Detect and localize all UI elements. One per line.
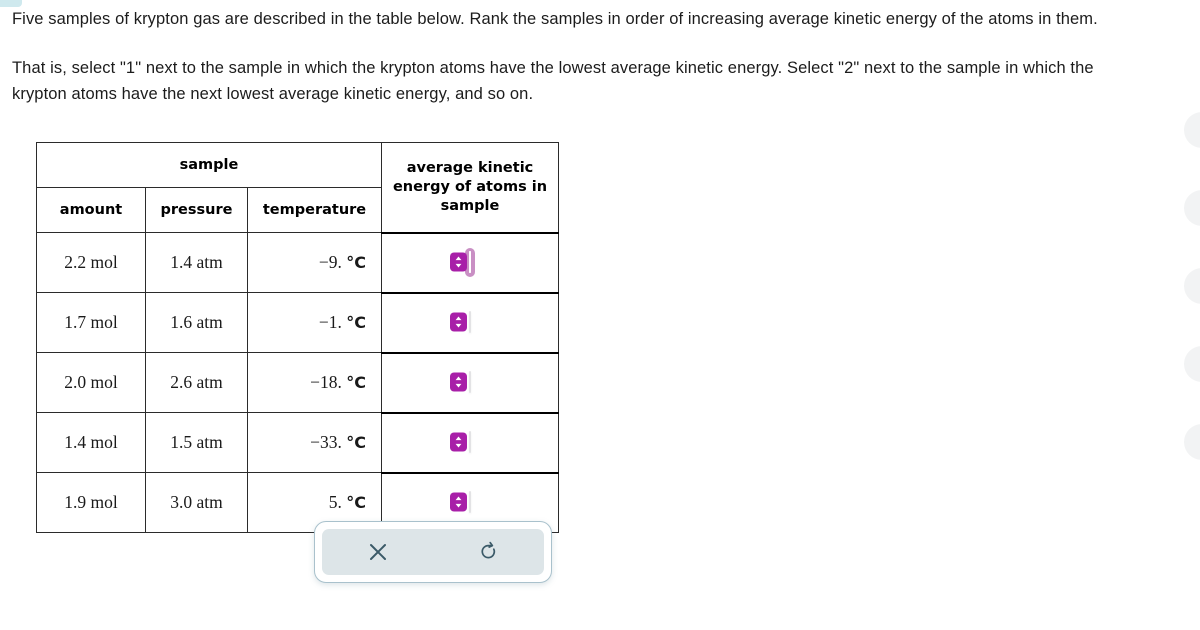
cell-amount: 1.7 mol	[36, 292, 146, 353]
table-row: 2.2 mol 1.4 atm −9. °C	[36, 231, 559, 294]
cell-pressure: 1.6 atm	[145, 292, 248, 353]
edge-dot	[1184, 268, 1200, 304]
cell-temperature: −18. °C	[247, 352, 382, 413]
rank-select-wrapper	[450, 488, 475, 517]
temperature-value: −33.	[310, 432, 342, 452]
edge-dot	[1184, 346, 1200, 382]
cell-temperature: −1. °C	[247, 292, 382, 353]
edge-dot	[1184, 112, 1200, 148]
edge-decoration-dots	[1182, 112, 1200, 512]
header-pressure: pressure	[145, 187, 248, 233]
header-amount: amount	[36, 187, 146, 233]
table-row: 1.7 mol 1.6 atm −1. °C	[36, 291, 559, 354]
chevron-updown-icon[interactable]	[450, 252, 467, 272]
question-prompt: Five samples of krypton gas are describe…	[12, 6, 1152, 107]
rank-select-5[interactable]	[450, 491, 471, 513]
temperature-unit: °C	[346, 373, 366, 392]
temperature-unit: °C	[346, 313, 366, 332]
chevron-updown-icon[interactable]	[450, 492, 467, 512]
samples-table: sample average kinetic energy of atoms i…	[36, 142, 559, 533]
rank-select-4[interactable]	[450, 431, 471, 453]
header-temperature: temperature	[247, 187, 382, 233]
table-header-row-group: sample average kinetic energy of atoms i…	[36, 142, 559, 234]
answer-toolbar-inner	[322, 529, 544, 575]
answer-toolbar	[314, 521, 552, 583]
temperature-value: −9.	[318, 252, 342, 272]
cell-kinetic-energy-select	[381, 291, 559, 354]
cell-pressure: 1.4 atm	[145, 232, 248, 293]
cell-pressure: 1.5 atm	[145, 412, 248, 473]
undo-refresh-icon	[477, 540, 501, 564]
edge-dot	[1184, 424, 1200, 460]
cell-kinetic-energy-select	[381, 351, 559, 414]
cell-pressure: 3.0 atm	[145, 472, 248, 533]
cell-temperature: −33. °C	[247, 412, 382, 473]
temperature-value: −18.	[310, 372, 342, 392]
rank-select-wrapper	[450, 368, 475, 397]
rank-select-1[interactable]	[450, 251, 471, 273]
rank-select-wrapper	[450, 308, 475, 337]
temperature-value: −1.	[318, 312, 342, 332]
cell-amount: 1.4 mol	[36, 412, 146, 473]
temperature-value: 5.	[328, 491, 342, 512]
prompt-paragraph-1: Five samples of krypton gas are describe…	[12, 10, 1098, 28]
rank-select-2[interactable]	[450, 311, 471, 333]
cell-kinetic-energy-select	[381, 411, 559, 474]
chevron-updown-icon[interactable]	[450, 372, 467, 392]
table-row: 1.4 mol 1.5 atm −33. °C	[36, 411, 559, 474]
reset-button[interactable]	[433, 529, 544, 575]
cell-pressure: 2.6 atm	[145, 352, 248, 413]
rank-select-wrapper	[450, 248, 475, 277]
cell-amount: 1.9 mol	[36, 472, 146, 533]
temperature-unit: °C	[346, 492, 366, 512]
chevron-updown-icon[interactable]	[450, 432, 467, 452]
cell-amount: 2.2 mol	[36, 232, 146, 293]
rank-select-wrapper	[450, 428, 475, 457]
temperature-unit: °C	[346, 433, 366, 452]
chevron-updown-icon[interactable]	[450, 312, 467, 332]
clear-button[interactable]	[322, 529, 433, 575]
temperature-unit: °C	[346, 253, 366, 272]
table-body: 2.2 mol 1.4 atm −9. °C 1.7 mol 1.6 atm −…	[36, 231, 559, 533]
prompt-paragraph-2: That is, select "1" next to the sample i…	[12, 59, 1094, 103]
edge-dot	[1184, 190, 1200, 226]
header-average-kinetic-energy: average kinetic energy of atoms in sampl…	[381, 142, 559, 234]
cell-amount: 2.0 mol	[36, 352, 146, 413]
cell-kinetic-energy-select	[381, 231, 559, 294]
close-x-icon	[367, 541, 389, 563]
rank-select-3[interactable]	[450, 371, 471, 393]
cell-temperature: −9. °C	[247, 232, 382, 293]
header-sample-group: sample	[36, 142, 382, 188]
table-row: 2.0 mol 2.6 atm −18. °C	[36, 351, 559, 414]
